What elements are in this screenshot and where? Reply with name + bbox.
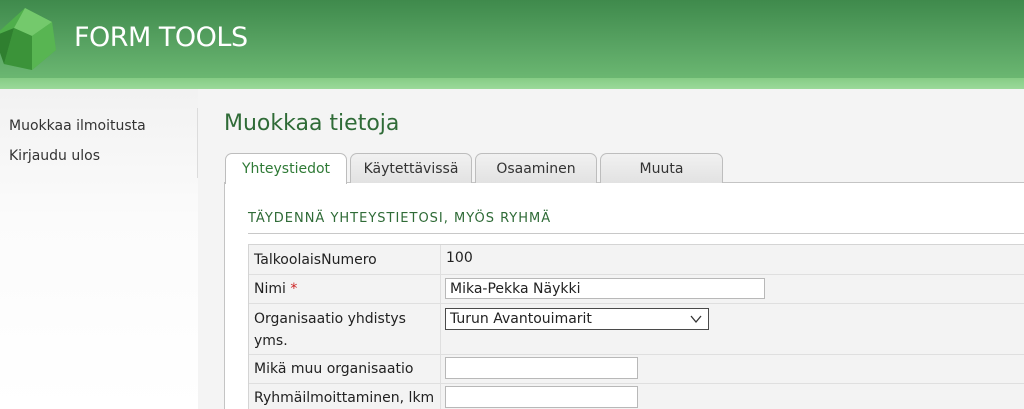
app-header: FORM TOOLS (0, 0, 1024, 80)
chevron-down-icon (690, 315, 702, 324)
sidebar-divider (197, 108, 198, 178)
tab-yhteystiedot[interactable]: Yhteystiedot (225, 153, 347, 184)
tab-osaaminen[interactable]: Osaaminen (475, 153, 597, 183)
table-row-number: TalkoolaisNumero 100 (249, 245, 1024, 274)
section-divider (248, 233, 1024, 234)
org-label-line2: yms. (254, 333, 288, 349)
name-label-wrap: Nimi * (254, 278, 297, 300)
sidebar-item-edit-listing[interactable]: Muokkaa ilmoitusta (9, 118, 146, 134)
tab-label: Osaaminen (496, 160, 576, 177)
required-mark: * (290, 281, 298, 297)
tab-label: Yhteystiedot (241, 161, 331, 177)
section-heading: TÄYDENNÄ YHTEYSTIETOSI, MYÖS RYHMÄ (248, 211, 552, 226)
sidebar-item-logout[interactable]: Kirjaudu ulos (9, 148, 100, 164)
tab-label: Muuta (639, 160, 684, 177)
other-org-field[interactable] (445, 357, 638, 379)
table-row-other-org: Mikä muu organisaatio (249, 354, 1024, 383)
group-count-field[interactable] (445, 386, 638, 408)
organisation-select-value: Turun Avantouimarit (450, 311, 592, 327)
logo-text: FORM TOOLS (74, 22, 248, 53)
organisation-select[interactable]: Turun Avantouimarit (445, 308, 709, 330)
tab-kaytettavissa[interactable]: Käytettävissä (350, 153, 472, 183)
page-title: Muokkaa tietoja (224, 111, 400, 136)
table-row-name: Nimi * (249, 274, 1024, 303)
group-count-label: Ryhmäilmoittaminen, lkm (254, 390, 435, 406)
tab-label: Käytettävissä (363, 160, 459, 177)
tab-muuta[interactable]: Muuta (600, 153, 723, 183)
name-field[interactable] (445, 278, 765, 299)
other-org-label: Mikä muu organisaatio (254, 361, 414, 377)
table-row-group-count: Ryhmäilmoittaminen, lkm (249, 383, 1024, 409)
form-table: TalkoolaisNumero 100 Nimi * Organisaatio… (248, 244, 1024, 409)
sidebar (0, 89, 198, 409)
header-strip (0, 78, 1024, 89)
number-label: TalkoolaisNumero (254, 252, 377, 268)
org-label-line1: Organisaatio yhdistys (254, 311, 406, 327)
table-row-organisation: Organisaatio yhdistys yms. Turun Avantou… (249, 303, 1024, 354)
logo-gem-icon (0, 8, 56, 70)
name-label: Nimi (254, 281, 286, 297)
number-value: 100 (446, 250, 473, 266)
